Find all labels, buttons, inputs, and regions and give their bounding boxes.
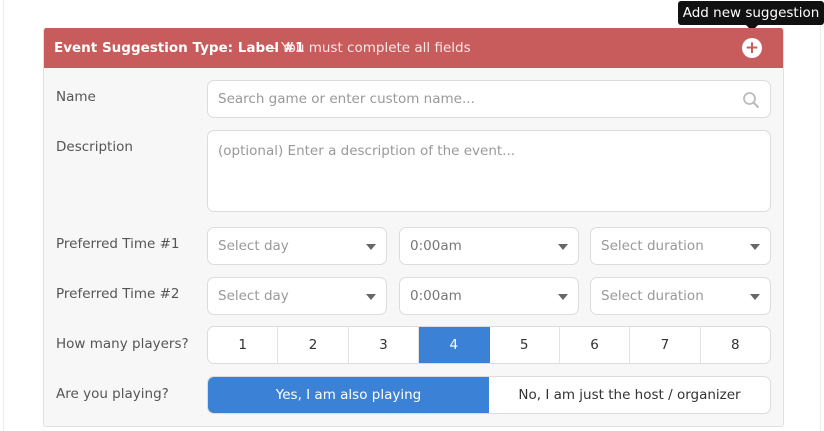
description-placeholder: (optional) Enter a description of the ev… — [218, 143, 516, 159]
player-count-option[interactable]: 3 — [349, 327, 420, 363]
event-type-title: Event Suggestion Type: Label #1 — [54, 40, 305, 56]
playing-label: Are you playing? — [56, 386, 169, 402]
player-count-option[interactable]: 2 — [278, 327, 349, 363]
playing-toggle: Yes, I am also playing No, I am just the… — [207, 376, 771, 414]
player-count-option-selected[interactable]: 4 — [419, 327, 490, 363]
page-edge-left — [3, 0, 4, 431]
chevron-down-icon — [558, 244, 568, 250]
add-suggestion-tooltip: Add new suggestion — [678, 1, 824, 31]
plus-circle-icon[interactable]: + — [742, 38, 762, 58]
playing-yes-button[interactable]: Yes, I am also playing — [208, 377, 489, 413]
time2-day-value: Select day — [218, 288, 289, 304]
time1-duration-select[interactable]: Select duration — [590, 227, 771, 265]
player-count-option[interactable]: 5 — [490, 327, 560, 363]
preferred-time-2-label: Preferred Time #2 — [56, 286, 180, 302]
player-count-option[interactable]: 1 — [208, 327, 279, 363]
player-count-option[interactable]: 6 — [560, 327, 631, 363]
time2-time-select[interactable]: 0:00am — [399, 277, 579, 315]
event-suggestion-card: Event Suggestion Type: Label #1 - You mu… — [43, 28, 784, 427]
time1-time-value: 0:00am — [410, 238, 462, 254]
description-textarea[interactable]: (optional) Enter a description of the ev… — [207, 130, 771, 212]
time1-duration-value: Select duration — [601, 238, 704, 254]
player-count-selector: 1 2 3 4 5 6 7 8 — [207, 326, 771, 364]
time1-day-select[interactable]: Select day — [207, 227, 387, 265]
validation-message: - You must complete all fields — [272, 40, 471, 56]
time2-time-value: 0:00am — [410, 288, 462, 304]
player-count-option[interactable]: 8 — [701, 327, 770, 363]
time2-day-select[interactable]: Select day — [207, 277, 387, 315]
chevron-down-icon — [750, 294, 760, 300]
name-label: Name — [56, 89, 96, 105]
chevron-down-icon — [366, 294, 376, 300]
time2-duration-select[interactable]: Select duration — [590, 277, 771, 315]
playing-no-button[interactable]: No, I am just the host / organizer — [489, 377, 770, 413]
time1-day-value: Select day — [218, 238, 289, 254]
player-count-option[interactable]: 7 — [630, 327, 701, 363]
chevron-down-icon — [558, 294, 568, 300]
name-search-input[interactable]: Search game or enter custom name... — [207, 80, 771, 118]
name-placeholder: Search game or enter custom name... — [218, 91, 475, 107]
time2-duration-value: Select duration — [601, 288, 704, 304]
players-label: How many players? — [56, 336, 189, 352]
chevron-down-icon — [750, 244, 760, 250]
description-label: Description — [56, 139, 133, 155]
card-header: Event Suggestion Type: Label #1 - You mu… — [44, 28, 783, 68]
preferred-time-1-label: Preferred Time #1 — [56, 236, 180, 252]
chevron-down-icon — [366, 244, 376, 250]
search-icon — [743, 92, 759, 108]
time1-time-select[interactable]: 0:00am — [399, 227, 579, 265]
page-edge-right — [820, 0, 821, 431]
